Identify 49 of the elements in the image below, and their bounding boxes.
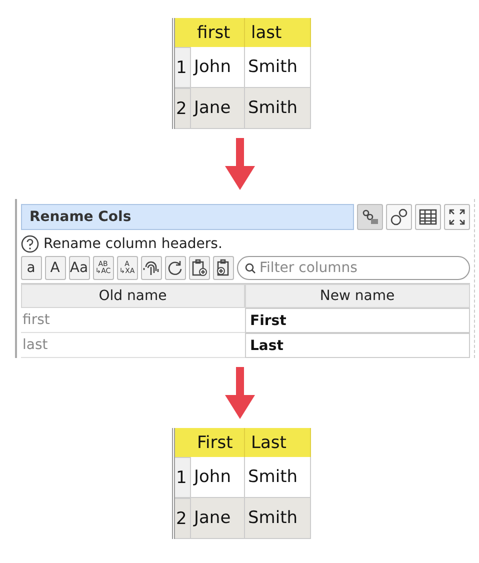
tool-button[interactable] bbox=[188, 256, 210, 280]
column-header: Old name bbox=[20, 284, 245, 308]
table-cell: Smith bbox=[245, 47, 311, 88]
table-cell: John bbox=[191, 457, 245, 498]
old-name-cell: last bbox=[20, 333, 245, 358]
header-corner bbox=[175, 18, 191, 47]
header-button[interactable] bbox=[356, 204, 382, 230]
clipboard-add-icon bbox=[191, 259, 207, 277]
table-cell: Smith bbox=[245, 498, 311, 539]
panel-title: Rename Cols bbox=[20, 204, 354, 230]
case-button[interactable]: a bbox=[20, 256, 42, 280]
header-button[interactable] bbox=[386, 204, 412, 230]
table-cell: Jane bbox=[191, 88, 245, 129]
expand-icon bbox=[448, 208, 466, 226]
table-cell: Smith bbox=[245, 88, 311, 129]
table-cell: Smith bbox=[245, 457, 311, 498]
clipboard-export-icon bbox=[215, 259, 231, 277]
search-icon bbox=[244, 263, 255, 274]
case-button[interactable]: Aa bbox=[68, 256, 90, 280]
header-button[interactable] bbox=[414, 204, 440, 230]
refresh-icon bbox=[167, 260, 183, 276]
filter-field[interactable]: Filter columns bbox=[236, 256, 470, 280]
table-icon bbox=[418, 209, 436, 225]
down-arrow-icon bbox=[224, 138, 254, 190]
column-header: Last bbox=[245, 428, 311, 457]
tool-button[interactable] bbox=[164, 256, 186, 280]
tool-button[interactable] bbox=[212, 256, 234, 280]
column-header: first bbox=[191, 18, 245, 47]
table-cell: Jane bbox=[191, 498, 245, 539]
down-arrow-icon bbox=[224, 367, 254, 419]
column-header: First bbox=[191, 428, 245, 457]
help-text: Rename column headers. bbox=[44, 236, 222, 252]
help-icon[interactable] bbox=[20, 235, 38, 253]
header-button[interactable] bbox=[444, 204, 470, 230]
row-number: 1 bbox=[175, 47, 191, 88]
column-header: New name bbox=[245, 284, 470, 308]
row-number: 1 bbox=[175, 457, 191, 498]
case-button[interactable]: A bbox=[44, 256, 66, 280]
node-table-icon bbox=[360, 208, 378, 226]
header-corner bbox=[175, 428, 191, 457]
new-name-field[interactable]: Last bbox=[245, 333, 470, 358]
row-number: 2 bbox=[175, 88, 191, 129]
tool-button[interactable] bbox=[140, 256, 162, 280]
column-header: last bbox=[245, 18, 311, 47]
row-number: 2 bbox=[175, 498, 191, 539]
table-cell: John bbox=[191, 47, 245, 88]
old-name-cell: first bbox=[20, 308, 245, 333]
new-name-field[interactable]: First bbox=[245, 308, 470, 333]
fingerprint-icon bbox=[143, 259, 159, 277]
